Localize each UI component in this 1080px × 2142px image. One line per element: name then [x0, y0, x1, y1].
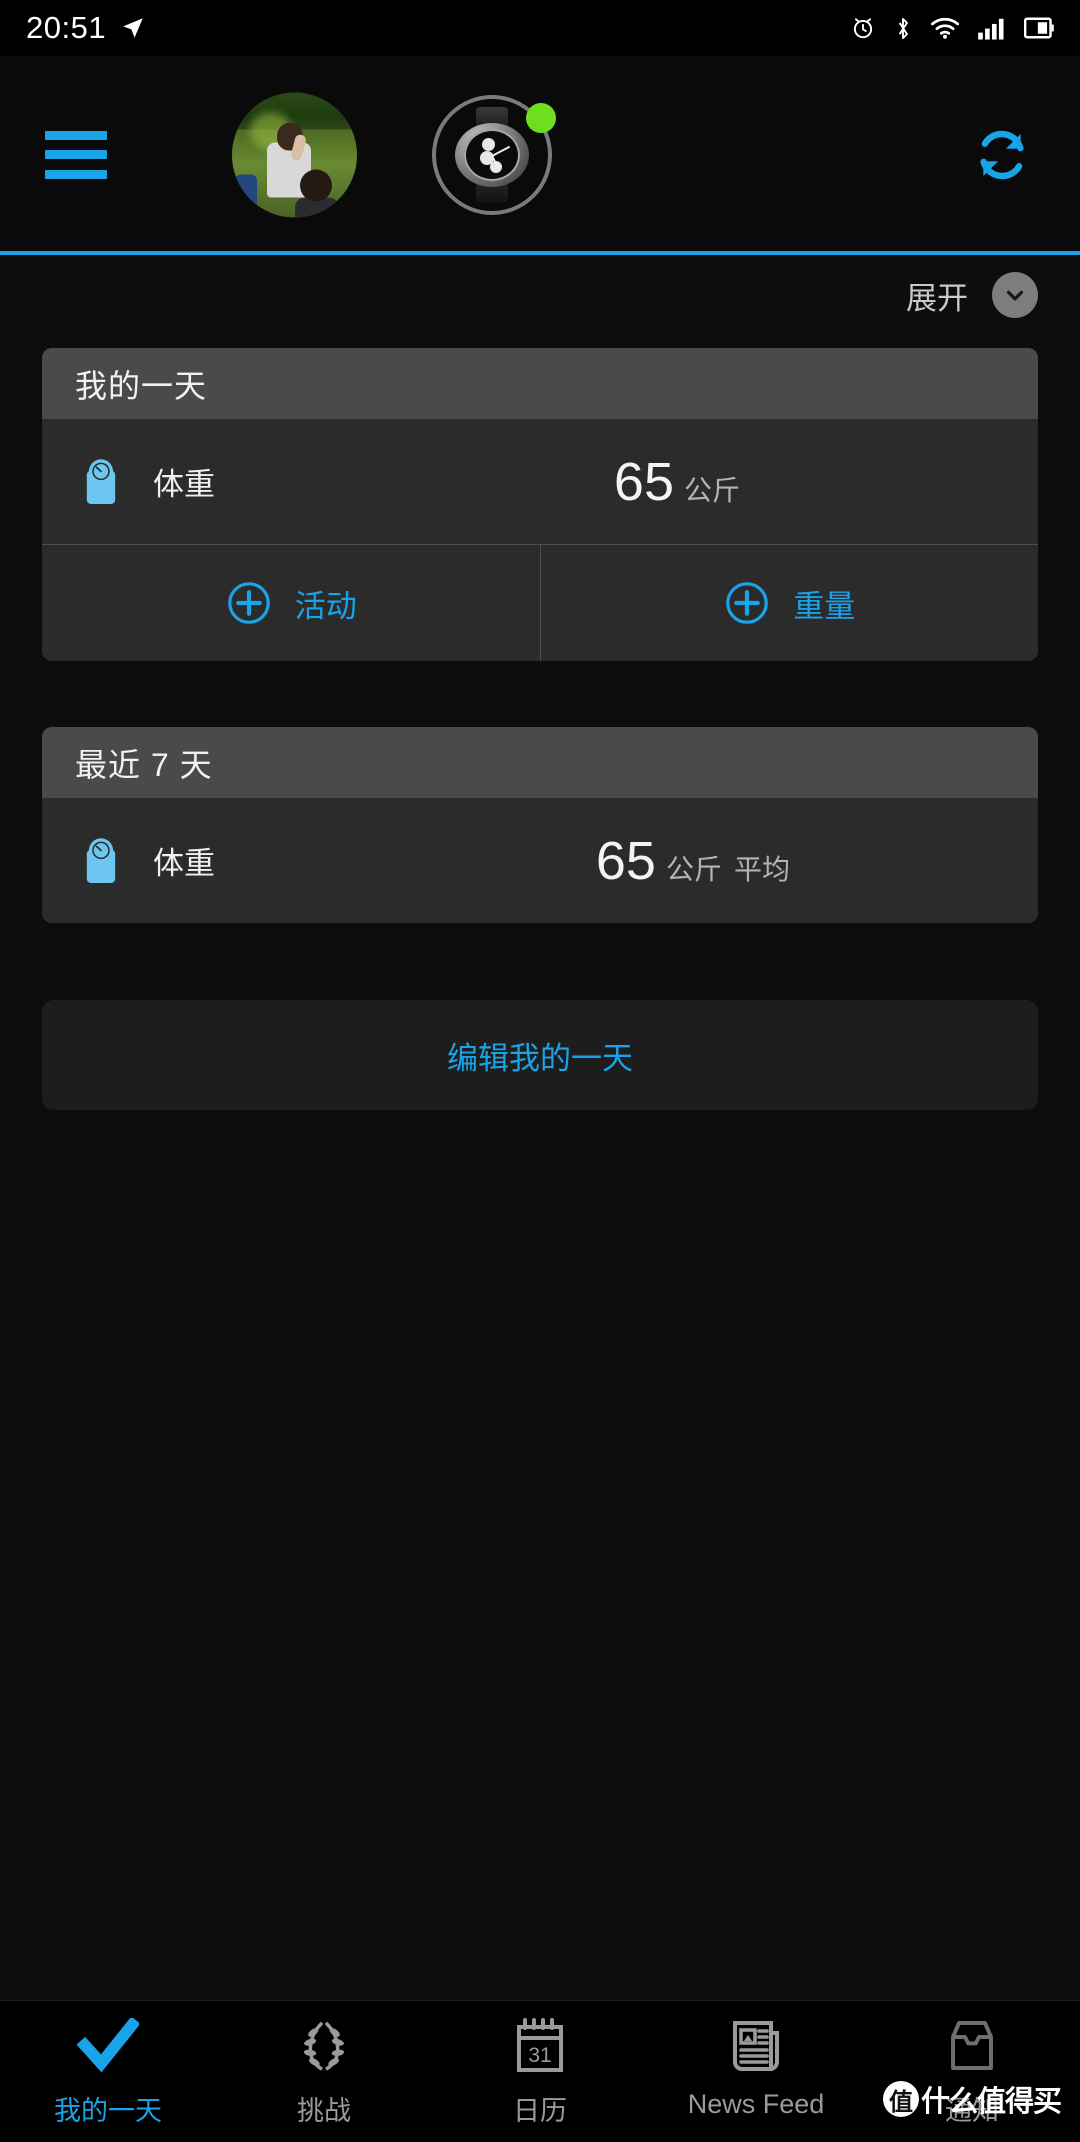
metric-value-group: 65 公斤	[614, 451, 740, 513]
card-header: 最近 7 天	[42, 727, 1038, 798]
card-title: 我的一天	[75, 367, 208, 404]
nav-item-calendar[interactable]: 31 日历	[432, 2015, 648, 2128]
action-label: 重量	[793, 588, 856, 624]
chevron-down-icon[interactable]	[992, 272, 1038, 318]
nav-label: 我的一天	[54, 2096, 162, 2126]
metric-unit: 公斤	[683, 474, 740, 506]
calendar-31-icon: 31	[512, 2015, 568, 2077]
nav-item-challenges[interactable]: 挑战	[216, 2015, 432, 2128]
nav-item-my-day[interactable]: 我的一天	[0, 2015, 216, 2128]
nav-label: News Feed	[687, 2089, 825, 2119]
nav-item-notifications[interactable]: 通知 值 什么值得买	[864, 2015, 1080, 2128]
status-bar: 20:51	[0, 0, 1080, 56]
hamburger-bar	[45, 150, 107, 159]
device-status-indicator	[526, 102, 556, 133]
metric-label: 体重	[153, 467, 215, 502]
location-arrow-icon	[123, 18, 143, 38]
nav-item-news-feed[interactable]: News Feed	[648, 2015, 864, 2120]
edit-my-day-button[interactable]: 编辑我的一天	[42, 1000, 1038, 1110]
inbox-tray-icon	[943, 2015, 1001, 2077]
chevron-glyph	[1006, 290, 1024, 301]
metric-number: 65	[595, 830, 656, 891]
metric-row-weight[interactable]: 体重 65 公斤	[42, 419, 1038, 544]
card-action-row: 活动 重量	[42, 544, 1038, 661]
cellular-signal-icon	[978, 18, 1004, 40]
metric-qualifier: 平均	[733, 853, 790, 885]
card-title: 最近 7 天	[75, 746, 213, 783]
action-label: 活动	[294, 588, 357, 624]
bluetooth-icon	[898, 17, 908, 39]
edit-my-day-label: 编辑我的一天	[447, 1040, 633, 1076]
card-last-7-days: 最近 7 天 体重 65 公斤 平均	[42, 727, 1038, 923]
smartwatch-icon	[452, 106, 532, 203]
hamburger-bar	[45, 169, 107, 179]
bottom-navigation: 我的一天 挑战 31 日历 News Feed 通知 值 什么值得买	[0, 2000, 1080, 2142]
site-watermark: 值 什么值得买	[882, 2078, 1062, 2120]
sync-refresh-icon[interactable]	[969, 122, 1035, 188]
status-bar-left: 20:51	[26, 10, 146, 46]
nav-label: 挑战	[297, 2096, 351, 2126]
metric-number: 65	[613, 451, 674, 512]
status-bar-clock: 20:51	[26, 10, 107, 45]
header-divider	[0, 251, 1080, 255]
watermark-badge: 值	[882, 2081, 919, 2117]
photo-person-left	[234, 174, 257, 215]
metric-row-weight-average[interactable]: 体重 65 公斤 平均	[42, 798, 1038, 923]
watermark-text: 什么值得买	[920, 2086, 1062, 2118]
device-watch-button[interactable]	[432, 94, 556, 215]
card-header: 我的一天	[42, 348, 1038, 419]
status-bar-right	[850, 15, 1054, 42]
avatar[interactable]	[232, 92, 357, 217]
add-weight-button[interactable]: 重量	[539, 545, 1039, 661]
avatar-photo	[232, 92, 357, 217]
metric-value-group: 65 公斤 平均	[596, 830, 790, 892]
laurel-wreath-icon	[295, 2015, 353, 2077]
watch-dial	[464, 129, 520, 181]
plus-circle-icon	[726, 582, 769, 624]
app-header	[0, 56, 1080, 253]
watch-subdial	[481, 137, 495, 151]
newspaper-icon	[727, 2015, 785, 2077]
card-my-day: 我的一天 体重 65 公斤 活动 重量	[42, 348, 1038, 661]
sync-glyph	[980, 130, 1024, 179]
plus-circle-icon	[227, 582, 270, 624]
metric-unit: 公斤	[665, 853, 722, 885]
wifi-icon	[930, 17, 960, 39]
weight-scale-icon	[86, 837, 116, 883]
nav-label: 日历	[513, 2096, 567, 2126]
hamburger-menu-icon[interactable]	[45, 130, 107, 179]
metric-label: 体重	[153, 846, 215, 881]
expand-toggle[interactable]: 展开	[906, 272, 1038, 318]
expand-label: 展开	[906, 280, 968, 316]
weight-scale-icon	[86, 458, 116, 504]
watch-face	[464, 128, 520, 181]
alarm-icon	[853, 18, 873, 39]
hamburger-bar	[45, 130, 107, 140]
photo-person-front-head	[299, 169, 332, 202]
battery-icon	[1024, 17, 1054, 39]
app-root: 20:51 展开 我的一天 体重 65 公斤 活动 重量 最近 7 天 体重 6…	[0, 0, 1080, 2142]
checkmark-icon	[77, 2015, 139, 2077]
add-activity-button[interactable]: 活动	[42, 545, 540, 661]
watch-case	[455, 122, 529, 187]
svg-text:31: 31	[528, 2044, 551, 2067]
